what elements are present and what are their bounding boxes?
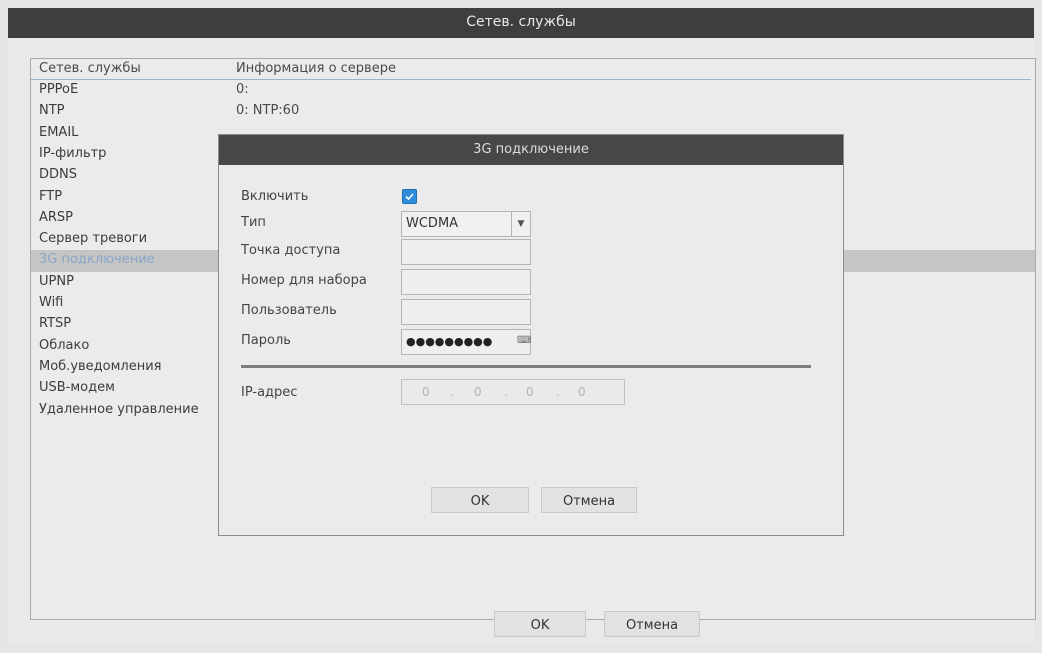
service-info: 0: [236,82,249,97]
dial-number-input[interactable] [401,269,531,295]
dialog-titlebar: 3G подключение [219,135,843,165]
service-info: 0: NTP:60 [236,103,300,119]
service-name: IP-фильтр [39,145,107,161]
service-name: UPNP [39,273,74,289]
ip-octet-2[interactable]: 0 [474,385,482,399]
type-select-value: WCDMA [406,216,459,231]
service-name: 3G подключение [39,252,155,268]
ip-octet-1[interactable]: 0 [422,385,430,399]
ok-button[interactable]: OK [494,611,586,637]
3g-connection-dialog: 3G подключение Включить Тип WCDMA ▼ Точк… [218,134,844,536]
dialog-title: 3G подключение [473,142,589,157]
window-titlebar: Сетев. службы [8,8,1034,38]
column-header-service: Сетев. службы [39,61,141,76]
service-row[interactable]: NTP 0: NTP:60 [31,101,1035,123]
ip-dot: . [450,385,454,399]
apn-label: Точка доступа [241,243,341,258]
username-label: Пользователь [241,303,337,318]
dialog-ok-button[interactable]: OK [431,487,529,513]
service-name: ARSP [39,209,74,225]
password-input[interactable]: ●●●●●●●●● ⌨ [401,329,531,355]
ip-address-input[interactable]: 0 . 0 . 0 . 0 [401,379,625,405]
service-name: USB-модем [39,380,115,396]
divider [241,365,811,368]
type-label: Тип [241,215,266,230]
service-name: PPPoE [39,82,79,97]
chevron-down-icon[interactable]: ▼ [511,212,530,236]
service-name: EMAIL [39,124,79,140]
dialog-cancel-button[interactable]: Отмена [541,487,637,513]
enable-checkbox[interactable] [402,189,417,204]
window-title: Сетев. службы [466,14,576,30]
password-label: Пароль [241,333,291,348]
username-input[interactable] [401,299,531,325]
service-name: Сервер тревоги [39,231,148,247]
ip-address-label: IP-адрес [241,385,298,400]
service-name: NTP [39,103,65,119]
service-name: DDNS [39,167,77,183]
apn-input[interactable] [401,239,531,265]
service-name: RTSP [39,316,72,332]
ip-dot: . [556,385,560,399]
type-select[interactable]: WCDMA ▼ [401,211,531,237]
keyboard-icon[interactable]: ⌨ [517,335,531,347]
column-header-server-info: Информация о сервере [236,61,396,76]
service-row[interactable]: PPPoE 0: [31,80,1035,102]
service-name: FTP [39,188,63,204]
ip-dot: . [504,385,508,399]
checkmark-icon [405,193,414,201]
ip-octet-3[interactable]: 0 [526,385,534,399]
service-name: Облако [39,337,90,353]
ip-octet-4[interactable]: 0 [578,385,586,399]
cancel-button[interactable]: Отмена [604,611,700,637]
enable-label: Включить [241,189,309,204]
dial-number-label: Номер для набора [241,273,367,288]
service-name: Моб.уведомления [39,358,162,374]
service-name: Wifi [39,295,64,310]
list-header: Сетев. службы Информация о сервере [31,59,1031,80]
password-value: ●●●●●●●●● [406,335,493,348]
service-name: Удаленное управление [39,401,199,417]
